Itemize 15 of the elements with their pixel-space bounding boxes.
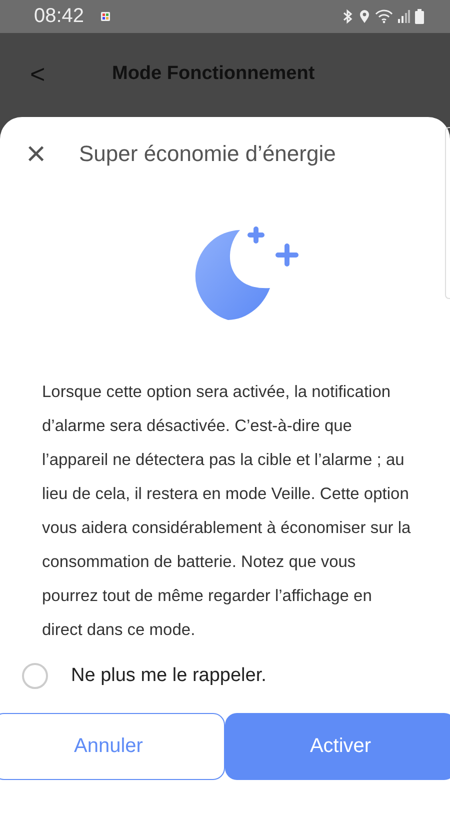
radio-button[interactable] bbox=[22, 663, 48, 689]
back-button[interactable]: < bbox=[26, 58, 50, 90]
status-time: 08:42 bbox=[34, 5, 84, 28]
dialog-title: Super économie d’énergie bbox=[79, 141, 336, 167]
wifi-icon bbox=[375, 9, 393, 24]
description-text: Lorsque cette option sera activée, la notification d’alarme sera désactivée. C’est-à-dire que l’appareil ne détectera pas la cible et l’alarme ; au lieu de cela, il restera en mode Veille. Cette option vous aidera considérablement à économiser sur la consommation de batterie. Notez que vous pourrez tout de même regarder l’affichage en direct dans ce mode. bbox=[42, 382, 412, 641]
option-label: Ne plus me le rappeler. bbox=[71, 665, 266, 687]
cancel-button[interactable]: Annuler bbox=[0, 713, 225, 780]
signal-icon bbox=[398, 10, 410, 23]
close-button[interactable]: × bbox=[21, 137, 51, 171]
activate-button[interactable]: Activer bbox=[225, 713, 450, 780]
battery-icon bbox=[415, 9, 424, 24]
app-notification-icon bbox=[101, 12, 110, 21]
bluetooth-icon bbox=[342, 9, 354, 24]
location-icon bbox=[359, 9, 370, 24]
